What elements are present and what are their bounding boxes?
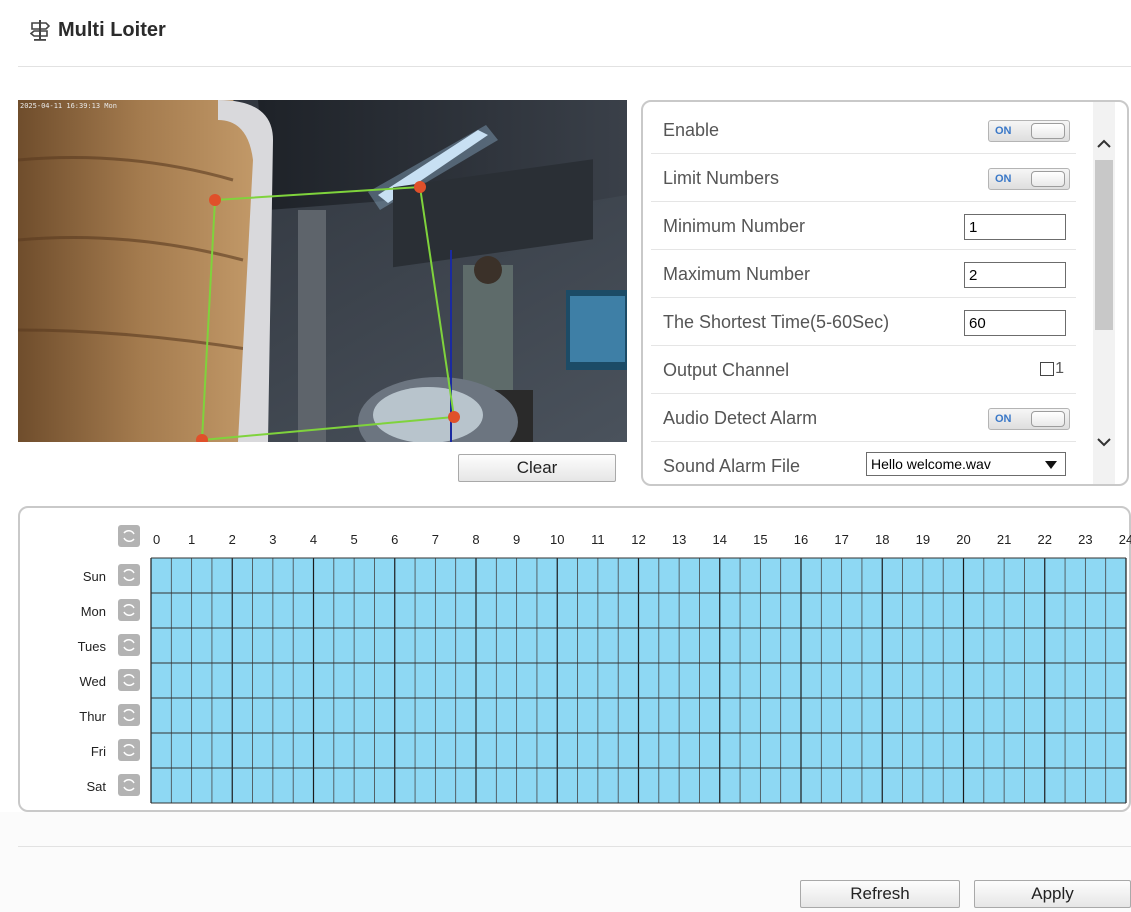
hour-label-6: 6 [391, 532, 398, 547]
chevron-up-icon[interactable] [1096, 136, 1112, 152]
output-channel-row: Output Channel 1 [651, 346, 1076, 394]
hour-label-9: 9 [513, 532, 520, 547]
minimum-number-label: Minimum Number [663, 216, 806, 236]
refresh-button[interactable]: Refresh [800, 880, 960, 908]
schedule-panel: 0 1 2 3 4 5 6 7 8 9 10 11 12 13 14 15 16 17 18 19 20 21 22 23 24… [18, 506, 1131, 812]
row-select-icon-tues[interactable] [118, 634, 140, 656]
apply-button[interactable]: Apply [974, 880, 1131, 908]
hour-label-23: 23 [1078, 532, 1092, 547]
hour-label-21: 21 [997, 532, 1011, 547]
clear-button[interactable]: Clear [458, 454, 616, 482]
settings-scrollbar[interactable] [1093, 102, 1115, 484]
video-preview[interactable]: 2025-04-11 16:39:13 Mon [18, 100, 627, 442]
select-all-icon[interactable] [118, 525, 140, 547]
minimum-number-row: Minimum Number [651, 202, 1076, 250]
hour-label-18: 18 [875, 532, 889, 547]
hour-label-10: 10 [550, 532, 564, 547]
hour-label-5: 5 [351, 532, 358, 547]
video-timestamp: 2025-04-11 16:39:13 Mon [20, 102, 117, 110]
hour-label-17: 17 [834, 532, 848, 547]
sound-alarm-file-row: Sound Alarm File Hello welcome.wav [651, 442, 1076, 484]
sound-alarm-file-select[interactable]: Hello welcome.wav [866, 452, 1066, 476]
row-select-icon-fri[interactable] [118, 739, 140, 761]
hour-label-11: 11 [591, 532, 605, 547]
row-select-icon-thur[interactable] [118, 704, 140, 726]
audio-detect-alarm-label: Audio Detect Alarm [663, 408, 818, 428]
hour-label-8: 8 [472, 532, 479, 547]
hour-label-7: 7 [432, 532, 439, 547]
hour-label-24: 24 [1119, 532, 1131, 547]
row-select-icon-wed[interactable] [118, 669, 140, 691]
hour-label-16: 16 [794, 532, 808, 547]
hour-label-15: 15 [753, 532, 767, 547]
hour-label-12: 12 [631, 532, 645, 547]
enable-toggle-state: ON [995, 125, 1012, 137]
audio-detect-alarm-toggle[interactable]: ON [988, 408, 1070, 430]
page-header: Multi Loiter [30, 12, 166, 48]
footer-divider [18, 846, 1131, 847]
chevron-down-icon[interactable] [1096, 434, 1112, 450]
audio-toggle-state: ON [995, 413, 1012, 425]
hour-label-14: 14 [713, 532, 727, 547]
toggle-knob [1031, 171, 1065, 187]
row-select-icon-sun[interactable] [118, 564, 140, 586]
hour-label-2: 2 [229, 532, 236, 547]
enable-toggle[interactable]: ON [988, 120, 1070, 142]
row-select-icon-sat[interactable] [118, 774, 140, 796]
minimum-number-input[interactable] [964, 214, 1066, 240]
limit-numbers-toggle-state: ON [995, 173, 1012, 185]
limit-numbers-toggle[interactable]: ON [988, 168, 1070, 190]
output-channel-option: 1 [1055, 360, 1064, 377]
header-divider [18, 66, 1131, 67]
shortest-time-label: The Shortest Time(5-60Sec) [663, 312, 890, 332]
hour-label-4: 4 [310, 532, 317, 547]
sound-alarm-file-label: Sound Alarm File [663, 456, 801, 476]
day-label-sat: Sat [86, 779, 106, 794]
hour-label-19: 19 [916, 532, 930, 547]
maximum-number-row: Maximum Number [651, 250, 1076, 298]
hour-label-0: 0 [153, 532, 160, 547]
hour-label-13: 13 [672, 532, 686, 547]
settings-panel: Enable ON Limit Numbers ON Minimum Numbe… [641, 100, 1129, 486]
sound-alarm-file-value: Hello welcome.wav [871, 456, 991, 472]
hour-label-1: 1 [188, 532, 195, 547]
schedule-grid[interactable]: 0 1 2 3 4 5 6 7 8 9 10 11 12 13 14 15 16 17 18 19 20 21 22 23 24… [38, 514, 1131, 806]
hour-label-20: 20 [956, 532, 970, 547]
toggle-knob [1031, 123, 1065, 139]
toggle-knob [1031, 411, 1065, 427]
shortest-time-row: The Shortest Time(5-60Sec) [651, 298, 1076, 346]
dropdown-arrow-icon[interactable] [1045, 461, 1057, 469]
day-label-mon: Mon [81, 604, 106, 619]
checkbox-box[interactable] [1040, 362, 1055, 376]
signpost-icon [30, 20, 50, 41]
day-label-wed: Wed [80, 674, 107, 689]
hour-label-3: 3 [269, 532, 276, 547]
limit-numbers-row: Limit Numbers ON [651, 154, 1076, 202]
row-select-icon-mon[interactable] [118, 599, 140, 621]
maximum-number-label: Maximum Number [663, 264, 811, 284]
footer-band [0, 812, 1131, 912]
output-channel-label: Output Channel [663, 360, 790, 380]
enable-label: Enable [663, 120, 720, 140]
page-title: Multi Loiter [58, 18, 166, 41]
day-label-fri: Fri [91, 744, 106, 759]
enable-row: Enable ON [651, 106, 1076, 154]
day-label-thur: Thur [79, 709, 106, 724]
day-label-sun: Sun [83, 569, 106, 584]
shortest-time-input[interactable] [964, 310, 1066, 336]
day-label-tues: Tues [78, 639, 107, 654]
limit-numbers-label: Limit Numbers [663, 168, 780, 188]
hour-label-22: 22 [1038, 532, 1052, 547]
output-channel-checkbox[interactable]: 1 [1040, 360, 1064, 378]
scrollbar-thumb[interactable] [1095, 160, 1113, 330]
audio-detect-alarm-row: Audio Detect Alarm ON [651, 394, 1076, 442]
maximum-number-input[interactable] [964, 262, 1066, 288]
